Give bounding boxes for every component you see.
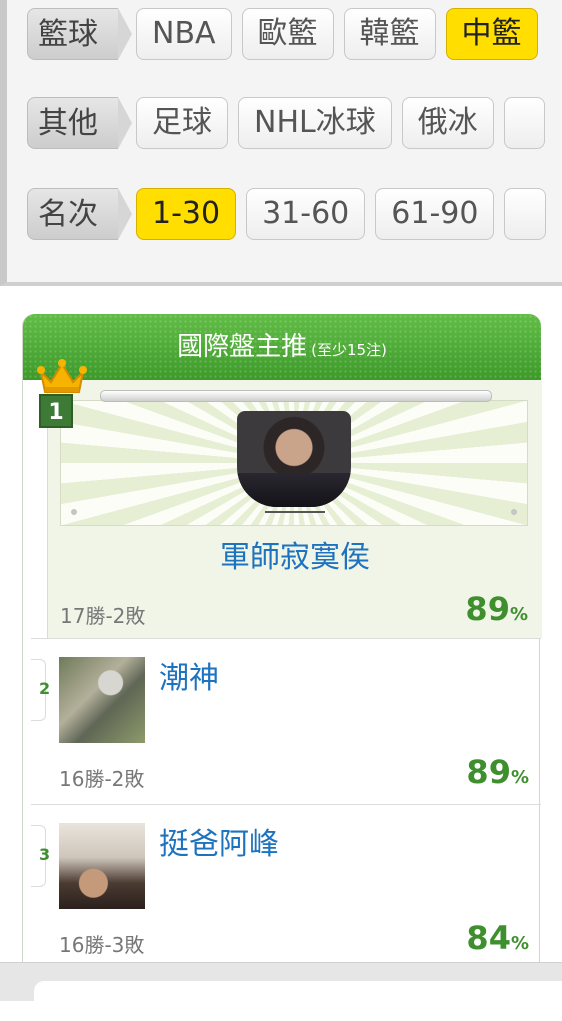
entry-record: 16勝-3敗	[59, 933, 145, 957]
crown-icon	[37, 359, 87, 393]
filter-chip-rank-1-30[interactable]: 1-30	[136, 188, 237, 240]
bottom-panel[interactable]	[34, 981, 562, 1021]
bottom-bar	[0, 962, 562, 1021]
entry-record: 16勝-2敗	[59, 767, 145, 791]
entry-name[interactable]: 軍師寂寞侯	[48, 532, 542, 576]
card-title: 國際盤主推	[177, 332, 308, 362]
rank-number: 3	[39, 845, 51, 864]
percent-unit: %	[510, 767, 529, 788]
avatar	[59, 657, 145, 743]
percent-unit: %	[509, 604, 528, 625]
filter-chip-rank-more[interactable]	[504, 188, 547, 240]
filter-chip-korea-basketball[interactable]: 韓籃	[343, 8, 436, 60]
filter-row-rank: 名次 1-30 31-60 61-90	[27, 186, 547, 242]
entry-win-rate: 84%	[466, 919, 529, 957]
frame-rivet	[511, 509, 517, 515]
filter-chip-nhl-hockey[interactable]: NHL冰球	[238, 97, 392, 149]
entry-win-rate: 89%	[466, 753, 529, 791]
filter-chip-rank-61-90[interactable]: 61-90	[375, 188, 495, 240]
entry-name[interactable]: 潮神	[159, 653, 219, 697]
rank-badge: 1	[39, 394, 73, 428]
filter-panel: 籃球 NBA 歐籃 韓籃 中籃 其他 足球 NHL冰球 俄冰 名次 1-30 3…	[0, 0, 562, 286]
entry-win-rate: 89%	[465, 590, 528, 628]
avatar	[237, 411, 351, 507]
entry-name[interactable]: 挺爸阿峰	[159, 819, 279, 863]
rank-number: 2	[39, 679, 51, 698]
portrait-frame	[60, 400, 528, 526]
win-rate-value: 89	[466, 753, 511, 791]
filter-row-other: 其他 足球 NHL冰球 俄冰	[27, 95, 546, 151]
filter-chip-china-basketball[interactable]: 中籃	[445, 8, 538, 60]
filter-chip-soccer[interactable]: 足球	[136, 97, 228, 149]
win-rate-value: 89	[465, 590, 510, 628]
avatar	[59, 823, 145, 909]
frame-rivet	[71, 509, 77, 515]
filter-row-label: 其他	[27, 97, 132, 149]
ranking-card-header: 國際盤主推 (至少15注)	[23, 314, 541, 380]
divider	[265, 511, 325, 513]
percent-unit: %	[510, 933, 529, 954]
filter-row-label: 名次	[27, 188, 132, 240]
filter-chip-more[interactable]	[503, 97, 546, 149]
card-subtitle: (至少15注)	[311, 341, 387, 359]
frame-bar	[100, 390, 492, 402]
list-item[interactable]: 2 潮神 16勝-2敗 89%	[31, 638, 541, 804]
filter-row-label: 籃球	[27, 8, 132, 60]
filter-chip-russia-hockey[interactable]: 俄冰	[401, 97, 494, 149]
first-place-entry[interactable]: 軍師寂寞侯 17勝-2敗 89%	[47, 380, 542, 638]
filter-row-basketball: 籃球 NBA 歐籃 韓籃 中籃	[27, 6, 538, 62]
win-rate-value: 84	[466, 919, 511, 957]
list-item[interactable]: 3 挺爸阿峰 16勝-3敗 84%	[31, 804, 541, 970]
filter-chip-euro-basketball[interactable]: 歐籃	[241, 8, 334, 60]
filter-chip-rank-31-60[interactable]: 31-60	[246, 188, 366, 240]
entry-record: 17勝-2敗	[60, 604, 146, 628]
ranking-card: 國際盤主推 (至少15注) 軍師寂寞侯 17勝-2敗 89% 1 2 潮神 16勝…	[22, 314, 542, 1000]
filter-chip-nba[interactable]: NBA	[136, 8, 232, 60]
